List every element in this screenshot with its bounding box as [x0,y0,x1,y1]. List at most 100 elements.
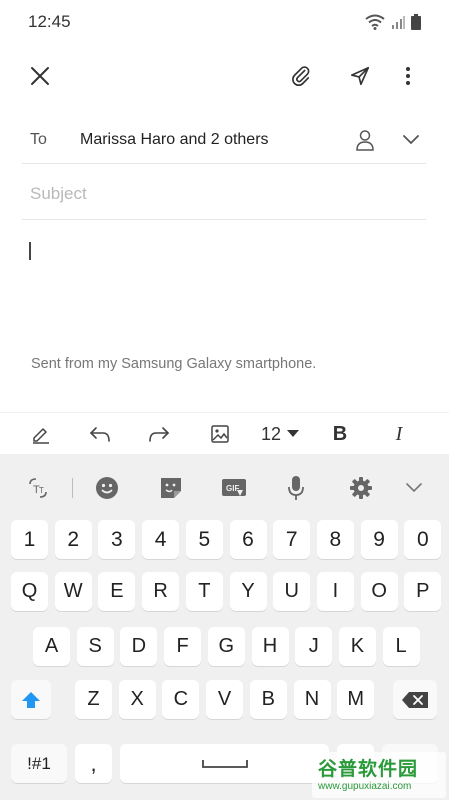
pen-button[interactable] [24,413,58,455]
gif-button[interactable]: GIF [216,470,252,506]
key-0[interactable]: 0 [404,520,442,559]
key-b[interactable]: B [249,680,287,719]
gear-icon [350,477,372,499]
key-q[interactable]: Q [11,572,48,611]
space-key[interactable] [120,744,329,783]
key-z[interactable]: Z [75,680,112,719]
backspace-icon [402,691,428,708]
key-u[interactable]: U [273,572,311,611]
shift-key[interactable] [11,680,51,719]
watermark-title: 谷普软件园 [318,759,419,780]
translate-button[interactable]: T T [20,470,56,506]
chevron-down-icon [406,483,422,493]
hide-keyboard-button[interactable] [396,470,432,506]
svg-text:GIF: GIF [226,484,239,493]
send-icon [350,66,370,86]
key-n[interactable]: N [293,680,331,719]
key-a[interactable]: A [33,627,70,666]
paperclip-icon [292,66,310,86]
subject-row [22,168,426,220]
key-c[interactable]: C [162,680,200,719]
font-size-value: 12 [260,423,282,444]
key-j[interactable]: J [295,627,333,666]
key-5[interactable]: 5 [185,520,223,559]
key-l[interactable]: L [382,627,420,666]
signal-icon [392,16,405,29]
to-field-row: To Marissa Haro and 2 others [22,116,426,164]
key-s[interactable]: S [76,627,114,666]
key-7[interactable]: 7 [273,520,311,559]
battery-icon [411,14,421,30]
status-time: 12:45 [28,12,71,31]
emoji-button[interactable] [89,470,125,506]
key-e[interactable]: E [98,572,136,611]
key-8[interactable]: 8 [316,520,354,559]
wifi-icon [365,14,385,30]
key-r[interactable]: R [142,572,180,611]
signature-text: Sent from my Samsung Galaxy smartphone. [31,356,317,372]
gif-icon: GIF [222,479,246,496]
pen-icon [33,428,49,444]
key-i[interactable]: I [316,572,354,611]
key-v[interactable]: V [206,680,244,719]
key-x[interactable]: X [118,680,156,719]
backspace-key[interactable] [393,680,437,719]
redo-button[interactable] [142,413,176,455]
key-h[interactable]: H [251,627,289,666]
translate-icon: T T [29,478,47,498]
key-d[interactable]: D [120,627,158,666]
subject-input[interactable] [22,183,426,204]
formatting-toolbar: 12 B I [0,412,449,454]
key-k[interactable]: K [338,627,376,666]
insert-image-button[interactable] [203,413,237,455]
font-size-dropdown[interactable]: 12 [255,413,305,455]
close-button[interactable] [22,58,58,94]
italic-button[interactable]: I [382,413,416,455]
undo-icon [89,427,110,442]
status-bar: 12:45 [0,0,449,44]
key-o[interactable]: O [360,572,398,611]
voice-input-button[interactable] [278,470,314,506]
key-1[interactable]: 1 [11,520,48,559]
close-icon [31,67,49,85]
recipients-field[interactable]: Marissa Haro and 2 others [80,131,350,149]
watermark-url: www.gupuxiazai.com [318,781,412,792]
caret-down-icon [287,430,300,437]
more-vertical-icon [406,67,410,85]
send-button[interactable] [342,58,378,94]
bold-button[interactable]: B [323,413,357,455]
redo-icon [149,427,170,442]
comma-key[interactable]: , [75,744,112,783]
expand-recipients-button[interactable] [396,125,426,155]
status-icons [365,14,421,30]
more-options-button[interactable] [390,58,426,94]
svg-text:T: T [39,486,44,495]
key-2[interactable]: 2 [54,520,92,559]
keyboard: T T GIF 1 2 3 4 5 6 7 8 9 0 Q W E R T Y … [0,454,449,800]
sticker-button[interactable] [153,470,189,506]
key-9[interactable]: 9 [360,520,398,559]
key-t[interactable]: T [185,572,223,611]
key-w[interactable]: W [54,572,92,611]
symbols-key[interactable]: !#1 [11,744,67,783]
to-label: To [30,130,47,148]
message-body[interactable]: Sent from my Samsung Galaxy smartphone. [22,222,426,412]
key-3[interactable]: 3 [98,520,136,559]
sticker-icon [161,478,181,498]
key-p[interactable]: P [404,572,442,611]
undo-button[interactable] [83,413,117,455]
watermark: 谷普软件园 www.gupuxiazai.com [312,752,446,798]
key-4[interactable]: 4 [142,520,180,559]
key-6[interactable]: 6 [229,520,267,559]
key-y[interactable]: Y [229,572,267,611]
add-contact-button[interactable] [350,125,380,155]
person-icon [356,129,374,151]
text-cursor [29,242,31,260]
attach-button[interactable] [283,58,319,94]
keyboard-settings-button[interactable] [343,470,379,506]
key-g[interactable]: G [207,627,245,666]
key-f[interactable]: F [164,627,202,666]
space-bar-icon [201,759,248,768]
key-m[interactable]: M [337,680,375,719]
keyboard-toolbar: T T GIF [0,454,449,520]
